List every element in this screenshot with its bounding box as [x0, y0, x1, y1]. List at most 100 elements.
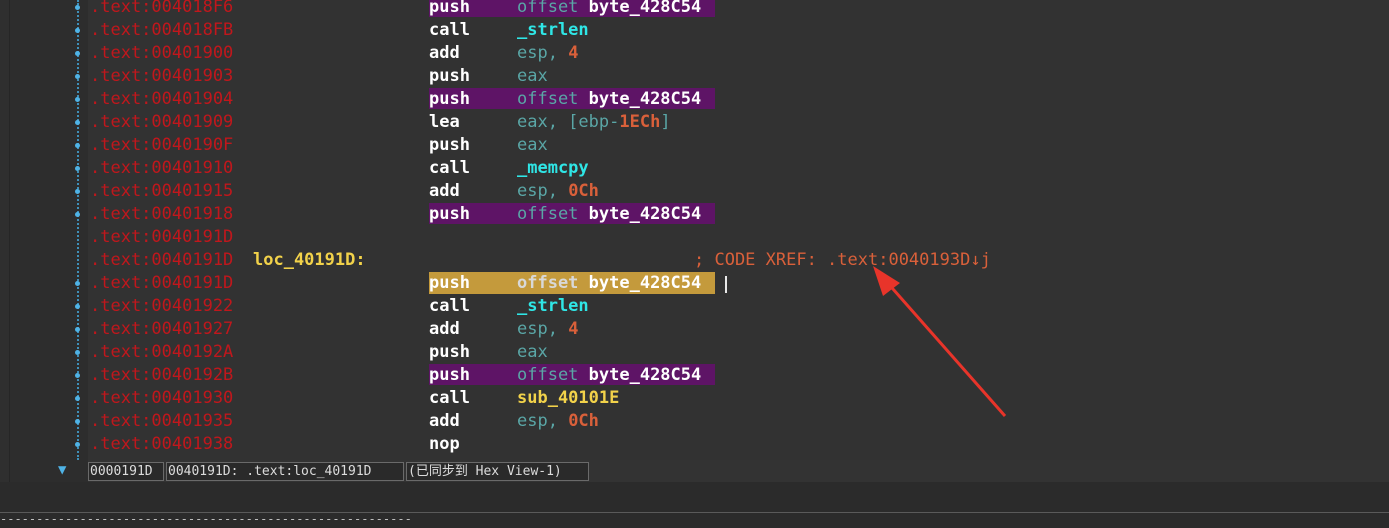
disasm-line[interactable]: .text:0040192B push offset byte_428C54	[88, 364, 1389, 387]
flow-line	[77, 0, 79, 460]
operands[interactable]: esp, 4	[517, 42, 578, 65]
line-address[interactable]: .text:00401935	[90, 410, 233, 433]
operand-token: offset	[517, 89, 589, 109]
operands[interactable]: eax	[517, 134, 548, 157]
mnemonic[interactable]: nop	[429, 433, 460, 456]
bottom-panel: ----------------------------------------…	[0, 482, 1389, 528]
flow-gutter	[10, 0, 88, 482]
status-sync: (已同步到 Hex View-1)	[406, 462, 589, 481]
operands[interactable]: eax, [ebp-1ECh]	[517, 111, 671, 134]
operand-token: 1ECh	[619, 112, 661, 132]
line-address[interactable]: .text:0040191D	[90, 249, 233, 272]
disasm-line[interactable]: .text:004018FB call _strlen	[88, 19, 1389, 42]
disasm-line[interactable]: .text:00401904 push offset byte_428C54	[88, 88, 1389, 111]
disasm-line[interactable]: .text:00401900 add esp, 4	[88, 42, 1389, 65]
operand-token: sub_40101E	[517, 388, 620, 408]
line-address[interactable]: .text:00401930	[90, 387, 233, 410]
mnemonic[interactable]: push	[429, 134, 470, 157]
disasm-line[interactable]: .text:0040191D push offset byte_428C54	[88, 272, 1389, 295]
mnemonic[interactable]: add	[429, 318, 460, 341]
disasm-line[interactable]: .text:004018F6 push offset byte_428C54	[88, 0, 1389, 19]
mnemonic[interactable]: push	[429, 272, 470, 295]
operands[interactable]: offset byte_428C54	[517, 0, 701, 19]
disasm-line[interactable]: .text:00401903 push eax	[88, 65, 1389, 88]
operands[interactable]: esp, 4	[517, 318, 578, 341]
line-address[interactable]: .text:00401904	[90, 88, 233, 111]
line-address[interactable]: .text:0040192A	[90, 341, 233, 364]
disasm-line[interactable]: .text:00401922 call _strlen	[88, 295, 1389, 318]
line-address[interactable]: .text:00401900	[90, 42, 233, 65]
line-address[interactable]: .text:00401910	[90, 157, 233, 180]
mnemonic[interactable]: lea	[429, 111, 460, 134]
disasm-line[interactable]: .text:0040191D	[88, 226, 1389, 249]
disassembly-listing[interactable]: .text:004018F6 push offset byte_428C54 .tex…	[88, 0, 1389, 460]
line-address[interactable]: .text:00401938	[90, 433, 233, 456]
operand-token: byte_428C54	[588, 0, 702, 17]
operands[interactable]: offset byte_428C54	[517, 272, 701, 295]
line-address[interactable]: .text:0040191D	[90, 272, 233, 295]
operands[interactable]: offset byte_428C54	[517, 88, 701, 111]
mnemonic[interactable]: call	[429, 387, 470, 410]
branch-dot-icon	[75, 28, 80, 33]
disasm-line[interactable]: .text:00401910 call _memcpy	[88, 157, 1389, 180]
mnemonic[interactable]: push	[429, 203, 470, 226]
mnemonic[interactable]: push	[429, 364, 470, 387]
disasm-line[interactable]: .text:00401938 nop	[88, 433, 1389, 456]
mnemonic[interactable]: push	[429, 65, 470, 88]
branch-dot-icon	[75, 189, 80, 194]
branch-dot-icon	[75, 51, 80, 56]
branch-dot-icon	[75, 166, 80, 171]
status-location: 0040191D: .text:loc_40191D	[166, 462, 404, 481]
line-address[interactable]: .text:004018FB	[90, 19, 233, 42]
line-address[interactable]: .text:0040192B	[90, 364, 233, 387]
operands[interactable]: _strlen	[517, 19, 589, 42]
xref-comment[interactable]: ; CODE XREF: .text:0040193D↓j	[694, 249, 991, 272]
mnemonic[interactable]: push	[429, 88, 470, 111]
status-offset: 0000191D	[88, 462, 164, 481]
line-address[interactable]: .text:00401915	[90, 180, 233, 203]
line-address[interactable]: .text:00401903	[90, 65, 233, 88]
operands[interactable]: eax	[517, 65, 548, 88]
disasm-line[interactable]: .text:00401909 lea eax, [ebp-1ECh]	[88, 111, 1389, 134]
disasm-line[interactable]: .text:0040192A push eax	[88, 341, 1389, 364]
line-address[interactable]: .text:004018F6	[90, 0, 233, 19]
branch-dot-icon	[75, 5, 80, 10]
disasm-line[interactable]: .text:00401918 push offset byte_428C54	[88, 203, 1389, 226]
disasm-line[interactable]: .text:00401935 add esp, 0Ch	[88, 410, 1389, 433]
operand-token: offset	[517, 0, 589, 17]
disasm-line[interactable]: .text:00401927 add esp, 4	[88, 318, 1389, 341]
mnemonic[interactable]: add	[429, 410, 460, 433]
line-address[interactable]: .text:0040191D	[90, 226, 233, 249]
operands[interactable]: offset byte_428C54	[517, 364, 701, 387]
code-label[interactable]: loc_40191D:	[253, 249, 366, 272]
mnemonic[interactable]: add	[429, 180, 460, 203]
operand-token: 4	[568, 43, 579, 63]
disasm-line[interactable]: .text:0040190F push eax	[88, 134, 1389, 157]
mnemonic[interactable]: push	[429, 341, 470, 364]
operands[interactable]: offset byte_428C54	[517, 203, 701, 226]
line-address[interactable]: .text:00401927	[90, 318, 233, 341]
line-address[interactable]: .text:00401918	[90, 203, 233, 226]
mnemonic[interactable]: push	[429, 0, 470, 19]
operand-token: byte_428C54	[588, 273, 702, 293]
mnemonic[interactable]: call	[429, 295, 470, 318]
mnemonic[interactable]: call	[429, 19, 470, 42]
branch-dot-icon	[75, 396, 80, 401]
operand-token: offset	[517, 273, 589, 293]
left-scroll-track[interactable]	[0, 0, 10, 482]
line-address[interactable]: .text:00401909	[90, 111, 233, 134]
operands[interactable]: eax	[517, 341, 548, 364]
disasm-line[interactable]: .text:00401930 call sub_40101E	[88, 387, 1389, 410]
operands[interactable]: sub_40101E	[517, 387, 619, 410]
operands[interactable]: _strlen	[517, 295, 589, 318]
operands[interactable]: esp, 0Ch	[517, 410, 599, 433]
disasm-line[interactable]: .text:0040191D loc_40191D: ; CODE XREF: .t…	[88, 249, 1389, 272]
operands[interactable]: esp, 0Ch	[517, 180, 599, 203]
line-address[interactable]: .text:0040190F	[90, 134, 233, 157]
operand-token: eax	[517, 135, 548, 155]
operands[interactable]: _memcpy	[517, 157, 589, 180]
line-address[interactable]: .text:00401922	[90, 295, 233, 318]
mnemonic[interactable]: call	[429, 157, 470, 180]
disasm-line[interactable]: .text:00401915 add esp, 0Ch	[88, 180, 1389, 203]
mnemonic[interactable]: add	[429, 42, 460, 65]
